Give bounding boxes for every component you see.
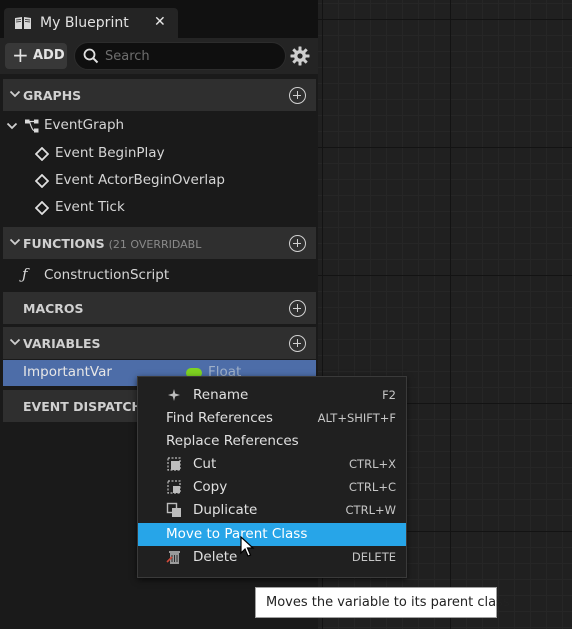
event-item[interactable]: Event Tick xyxy=(0,195,318,221)
event-item[interactable]: Event BeginPlay xyxy=(0,141,318,167)
search-box[interactable] xyxy=(74,42,286,70)
menu-item-label: Rename xyxy=(193,387,249,403)
menu-item-label: Duplicate xyxy=(193,502,258,518)
add-variable-icon[interactable] xyxy=(289,335,306,352)
event-diamond-icon xyxy=(35,201,49,215)
menu-item-shortcut: CTRL+C xyxy=(348,480,396,494)
section-label-variables: VARIABLES xyxy=(23,336,101,351)
variable-name: ImportantVar xyxy=(23,364,112,380)
menu-item-label: Delete xyxy=(193,549,238,565)
functions-overridable-count: (21 OVERRIDABL xyxy=(108,238,202,251)
macros-section-header[interactable]: MACROS xyxy=(3,292,316,324)
function-icon: ƒ xyxy=(22,265,28,283)
menu-item-rename[interactable]: Rename F2 xyxy=(138,384,406,407)
tab-title: My Blueprint xyxy=(40,15,129,31)
section-label-functions: FUNCTIONS (21 OVERRIDABL xyxy=(23,236,201,251)
add-button-label: ADD xyxy=(33,48,65,63)
variables-section-header[interactable]: VARIABLES xyxy=(3,327,316,359)
menu-item-shortcut: ALT+SHIFT+F xyxy=(317,411,396,425)
add-macro-icon[interactable] xyxy=(289,300,306,317)
menu-item-replace-references[interactable]: Replace References xyxy=(138,430,406,453)
cut-icon xyxy=(167,457,181,471)
menu-item-shortcut: CTRL+W xyxy=(345,503,396,517)
event-diamond-icon xyxy=(35,174,49,188)
menu-item-delete[interactable]: Delete DELETE xyxy=(138,546,406,569)
section-label-macros: MACROS xyxy=(23,301,84,316)
tooltip-text: Moves the variable to its parent class xyxy=(266,595,510,610)
add-graph-icon[interactable] xyxy=(289,87,306,104)
event-label: Event BeginPlay xyxy=(55,145,165,161)
add-button[interactable]: + ADD xyxy=(5,43,67,69)
function-item[interactable]: ƒ ConstructionScript xyxy=(0,263,318,289)
tab-my-blueprint[interactable]: My Blueprint ✕ xyxy=(4,8,178,38)
menu-item-move-to-parent-class[interactable]: Move to Parent Class xyxy=(138,523,406,546)
context-menu: Rename F2 Find References ALT+SHIFT+F Re… xyxy=(137,376,407,578)
menu-item-label: Cut xyxy=(193,456,217,472)
menu-item-shortcut: CTRL+X xyxy=(349,457,396,471)
section-label-event-dispatchers: EVENT DISPATCHE xyxy=(23,399,151,414)
event-diamond-icon xyxy=(35,147,49,161)
search-input[interactable] xyxy=(105,46,275,66)
menu-item-cut[interactable]: Cut CTRL+X xyxy=(138,453,406,476)
plus-icon: + xyxy=(12,43,29,67)
book-icon xyxy=(15,17,31,29)
function-label: ConstructionScript xyxy=(44,267,170,283)
menu-item-label: Copy xyxy=(193,479,228,495)
functions-title: FUNCTIONS xyxy=(23,236,105,251)
mouse-cursor-icon xyxy=(240,536,255,557)
menu-item-shortcut: F2 xyxy=(382,388,396,402)
add-function-icon[interactable] xyxy=(289,235,306,252)
gear-icon[interactable] xyxy=(289,45,311,67)
menu-item-duplicate[interactable]: Duplicate CTRL+W xyxy=(138,499,406,522)
duplicate-icon xyxy=(166,502,181,517)
event-label: Event Tick xyxy=(55,199,125,215)
toolbar: + ADD xyxy=(0,38,318,74)
event-graph-item[interactable]: EventGraph xyxy=(0,113,318,139)
event-label: Event ActorBeginOverlap xyxy=(55,172,225,188)
graphs-section-header[interactable]: GRAPHS xyxy=(3,79,316,111)
menu-item-label: Replace References xyxy=(166,433,299,449)
menu-item-copy[interactable]: Copy CTRL+C xyxy=(138,476,406,499)
graph-icon xyxy=(25,119,39,133)
delete-icon xyxy=(166,551,180,564)
tooltip: Moves the variable to its parent class xyxy=(255,587,510,618)
close-icon[interactable]: ✕ xyxy=(154,14,166,30)
rename-icon xyxy=(168,389,180,401)
menu-item-label: Find References xyxy=(166,410,273,426)
event-item[interactable]: Event ActorBeginOverlap xyxy=(0,168,318,194)
functions-section-header[interactable]: FUNCTIONS (21 OVERRIDABL xyxy=(3,227,316,259)
menu-item-label: Move to Parent Class xyxy=(166,526,308,542)
chevron-down-icon xyxy=(9,338,21,346)
chevron-down-icon[interactable] xyxy=(6,120,18,132)
event-graph-label: EventGraph xyxy=(44,117,125,133)
tab-bar: My Blueprint ✕ xyxy=(0,0,318,38)
chevron-down-icon xyxy=(9,238,21,246)
search-icon xyxy=(83,48,99,64)
chevron-down-icon xyxy=(9,90,21,98)
section-label-graphs: GRAPHS xyxy=(23,88,82,103)
copy-icon xyxy=(167,480,181,494)
menu-item-find-references[interactable]: Find References ALT+SHIFT+F xyxy=(138,407,406,430)
menu-item-shortcut: DELETE xyxy=(351,550,396,564)
